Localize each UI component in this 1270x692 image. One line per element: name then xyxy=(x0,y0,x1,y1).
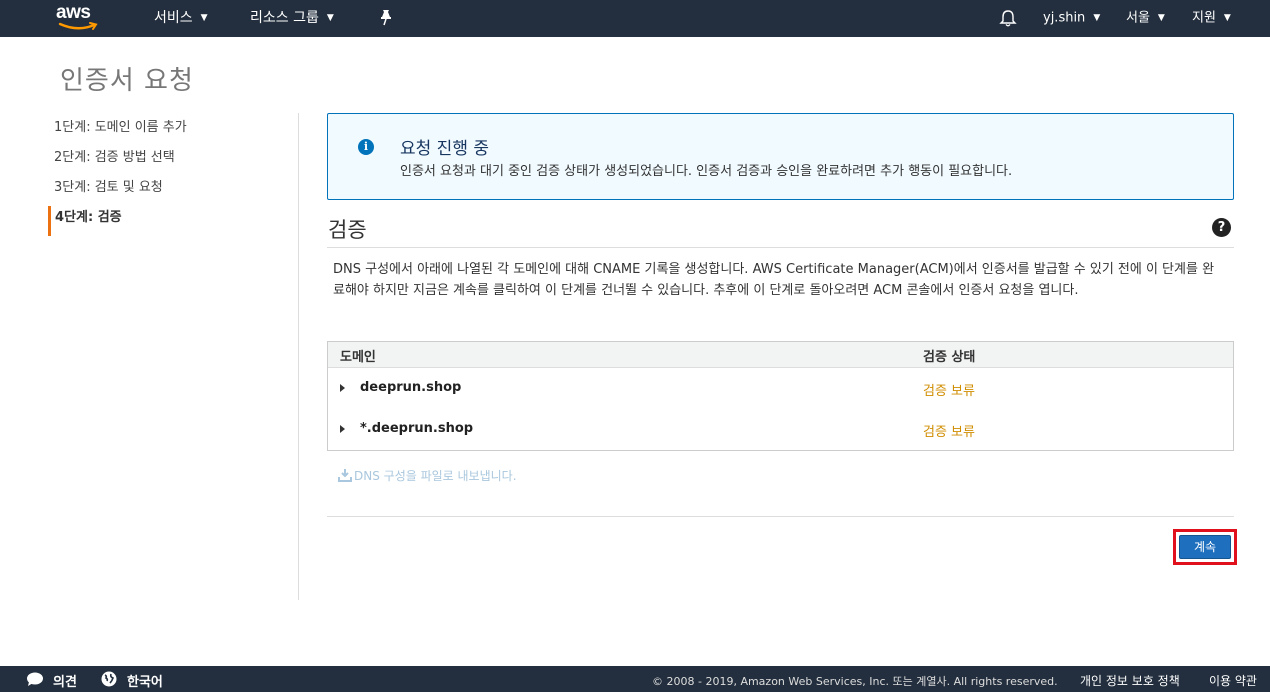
services-menu[interactable]: 서비스 ▼ xyxy=(154,0,208,37)
step-3[interactable]: 3단계: 검토 및 요청 xyxy=(48,176,187,206)
section-divider xyxy=(327,247,1234,248)
copyright-text: © 2008 - 2019, Amazon Web Services, Inc.… xyxy=(652,675,1058,688)
sidebar-divider xyxy=(298,113,299,600)
info-alert: i 요청 진행 중 인증서 요청과 대기 중인 검증 상태가 생성되었습니다. … xyxy=(327,113,1234,200)
table-row[interactable]: deeprun.shop 검증 보류 xyxy=(328,369,1233,409)
chevron-down-icon: ▼ xyxy=(1157,13,1165,23)
support-label: 지원 xyxy=(1192,10,1216,26)
step-4-active: 4단계: 검증 xyxy=(48,206,187,236)
globe-icon xyxy=(101,671,117,687)
services-label: 서비스 xyxy=(154,10,193,26)
region-menu[interactable]: 서울 ▼ xyxy=(1126,0,1165,37)
resource-groups-menu[interactable]: 리소스 그룹 ▼ xyxy=(250,0,334,37)
continue-button[interactable]: 계속 xyxy=(1179,535,1231,559)
pin-icon[interactable] xyxy=(378,9,394,27)
feedback-icon xyxy=(27,672,43,686)
chevron-down-icon: ▼ xyxy=(1093,13,1101,23)
domain-name: *.deeprun.shop xyxy=(360,421,474,436)
download-icon xyxy=(338,469,352,482)
resource-groups-label: 리소스 그룹 xyxy=(250,10,319,26)
actions-divider xyxy=(327,516,1234,517)
wizard-steps: 1단계: 도메인 이름 추가 2단계: 검증 방법 선택 3단계: 검토 및 요… xyxy=(48,116,187,236)
user-menu[interactable]: yj.shin ▼ xyxy=(1043,0,1100,37)
info-title: 요청 진행 중 xyxy=(400,139,490,159)
help-icon[interactable]: ? xyxy=(1212,218,1231,237)
chevron-down-icon: ▼ xyxy=(326,13,334,23)
validation-status: 검증 보류 xyxy=(923,425,975,440)
bell-icon[interactable] xyxy=(998,8,1018,28)
aws-logo-text: aws xyxy=(56,2,91,23)
language-selector[interactable]: 한국어 xyxy=(127,671,163,690)
support-menu[interactable]: 지원 ▼ xyxy=(1192,0,1231,37)
expand-caret-icon[interactable] xyxy=(340,425,345,433)
aws-smile-icon xyxy=(58,22,98,30)
table-header: 도메인 검증 상태 xyxy=(328,342,1233,368)
section-title: 검증 xyxy=(328,218,367,242)
column-domain: 도메인 xyxy=(340,350,376,365)
column-status: 검증 상태 xyxy=(923,350,976,365)
info-icon: i xyxy=(358,139,374,155)
user-label: yj.shin xyxy=(1043,10,1086,26)
page-title: 인증서 요청 xyxy=(60,66,194,96)
domain-table: 도메인 검증 상태 deeprun.shop 검증 보류 *.deeprun.s… xyxy=(327,341,1234,451)
chevron-down-icon: ▼ xyxy=(1223,13,1231,23)
region-label: 서울 xyxy=(1126,10,1150,26)
table-row[interactable]: *.deeprun.shop 검증 보류 xyxy=(328,410,1233,450)
section-description: DNS 구성에서 아래에 나열된 각 도메인에 대해 CNAME 기록을 생성합… xyxy=(333,262,1215,298)
domain-name: deeprun.shop xyxy=(360,380,462,395)
continue-highlight: 계속 xyxy=(1173,529,1237,565)
validation-status: 검증 보류 xyxy=(923,384,975,399)
export-dns-link[interactable]: DNS 구성을 파일로 내보냅니다. xyxy=(338,467,517,484)
expand-caret-icon[interactable] xyxy=(340,384,345,392)
privacy-policy-link[interactable]: 개인 정보 보호 정책 xyxy=(1080,672,1180,689)
terms-of-use-link[interactable]: 이용 약관 xyxy=(1209,672,1257,689)
export-dns-label: DNS 구성을 파일로 내보냅니다. xyxy=(354,469,517,483)
chevron-down-icon: ▼ xyxy=(200,13,208,23)
feedback-link[interactable]: 의견 xyxy=(53,671,77,690)
aws-logo[interactable]: aws xyxy=(56,3,100,33)
step-2[interactable]: 2단계: 검증 방법 선택 xyxy=(48,146,187,176)
top-nav: aws 서비스 ▼ 리소스 그룹 ▼ yj.shin ▼ 서울 ▼ 지원 ▼ xyxy=(0,0,1270,37)
info-message: 인증서 요청과 대기 중인 검증 상태가 생성되었습니다. 인증서 검증과 승인… xyxy=(400,164,1013,179)
footer: 의견 한국어 © 2008 - 2019, Amazon Web Service… xyxy=(0,666,1270,692)
step-1[interactable]: 1단계: 도메인 이름 추가 xyxy=(48,116,187,146)
